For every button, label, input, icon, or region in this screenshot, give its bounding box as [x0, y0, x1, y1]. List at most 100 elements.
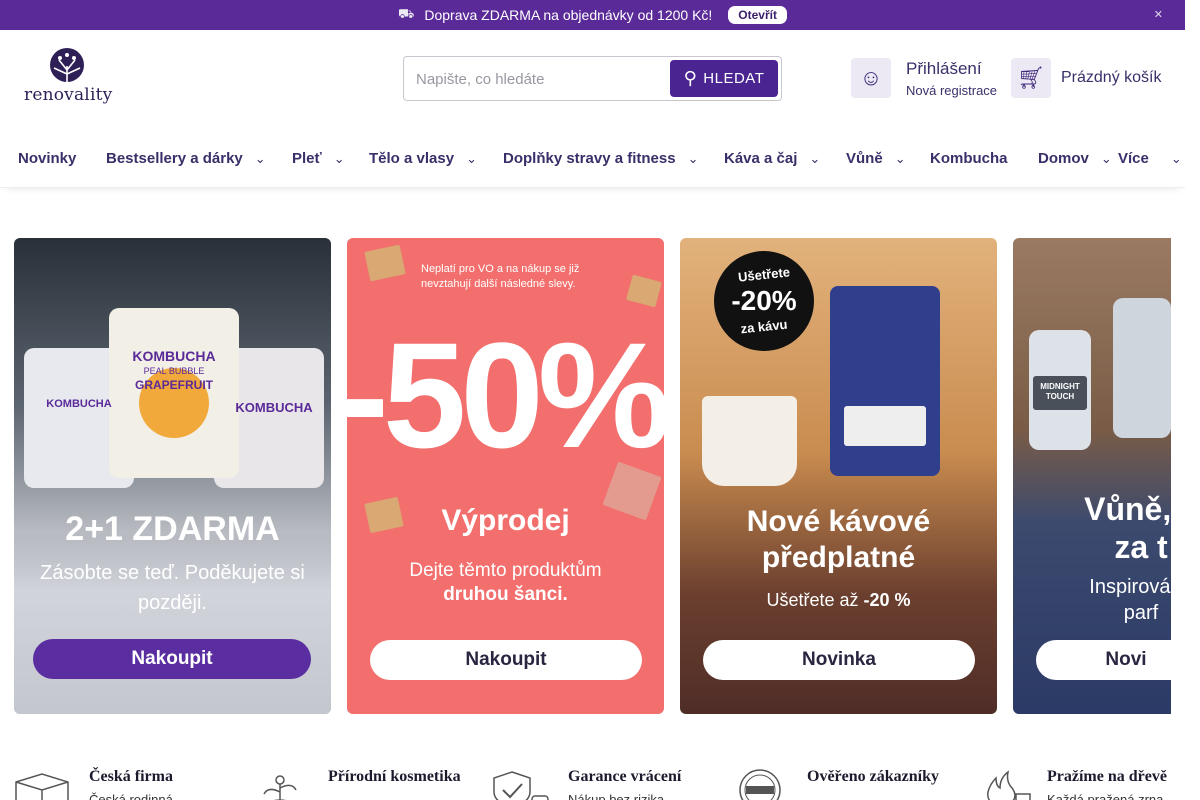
nav-item-vune[interactable]: Vůně ⌄: [846, 150, 906, 167]
usp-czech-company: Česká firma Česká rodinná: [12, 762, 232, 800]
pack-label: KOMBUCHA: [46, 398, 112, 410]
user-icon: ☺: [851, 58, 891, 98]
nav-item-label: Vůně: [846, 150, 883, 167]
coffee-mug: [702, 396, 797, 486]
nav-item-kava-a-caj[interactable]: Káva a čaj ⌄: [724, 150, 820, 167]
sale-line-1: Dejte těmto produktům: [409, 560, 602, 581]
chevron-down-icon: ⌄: [894, 151, 906, 166]
coffee-saving-value: -20 %: [863, 590, 911, 610]
sale-line-2: druhou šanci.: [443, 584, 568, 605]
pack-label: GRAPEFRUIT: [135, 378, 213, 392]
nav-item-bestsellery[interactable]: Bestsellery a dárky ⌄: [106, 150, 266, 167]
nav-item-label: Více: [1118, 150, 1149, 167]
usp-desc: Každá pražená zrna: [1047, 792, 1164, 800]
nav-item-novinky[interactable]: Novinky: [18, 150, 76, 167]
coffee-title-line-2: předplatné: [761, 541, 916, 574]
perfume-bottle: [1113, 298, 1171, 438]
chevron-down-icon: ⌄: [809, 151, 821, 166]
pack-label: KOMBUCHA: [235, 400, 313, 415]
parcel-box: [364, 244, 406, 282]
pack-label: PEAL BUBBLE: [143, 366, 205, 376]
truck-icon: ⛟: [398, 6, 415, 21]
chevron-down-icon: ⌄: [333, 151, 345, 166]
usp-return-guarantee: Garance vrácení Nákup bez rizika: [490, 762, 710, 800]
kombucha-pack: [109, 308, 239, 478]
usp-title: Přírodní kosmetika: [328, 768, 461, 785]
coffee-saving-line: Ušetřete až -20 %: [680, 590, 997, 611]
coffee-title: Nové kávové předplatné: [680, 504, 997, 576]
close-icon[interactable]: ✕: [1154, 8, 1163, 21]
nav-item-vice[interactable]: Více ⌄: [1118, 150, 1182, 167]
login-link[interactable]: Přihlášení: [906, 59, 982, 79]
usp-title: Česká firma: [89, 768, 173, 785]
verified-badge-icon: [739, 769, 781, 800]
chevron-down-icon: ⌄: [687, 151, 699, 166]
perfume-title-line-1: Vůně, c: [1084, 491, 1171, 527]
sale-discount: -50%: [347, 311, 664, 479]
search-input[interactable]: Napište, co hledáte: [416, 71, 544, 88]
usp-wood-roasting: Pražíme na dřevě Každá pražená zrna: [972, 762, 1185, 800]
search-bar: Napište, co hledáte ⚲ HLEDAT: [403, 56, 782, 101]
perfume-title-line-2: za t: [1114, 529, 1168, 565]
nav-item-plet[interactable]: Pleť ⌄: [292, 150, 345, 167]
usp-verified: Ověřeno zákazníky: [728, 762, 948, 800]
banner-new-button[interactable]: Novi: [1036, 640, 1171, 680]
nav-item-telo-a-vlasy[interactable]: Tělo a vlasy ⌄: [369, 150, 477, 167]
banner-kombucha[interactable]: KOMBUCHA PEAL BUBBLE GRAPEFRUIT KOMBUCHA…: [14, 238, 331, 714]
chevron-down-icon: ⌄: [1100, 151, 1112, 166]
nav-item-label: Pleť: [292, 150, 322, 167]
nav-item-label: Tělo a vlasy: [369, 150, 455, 167]
banner-perfume[interactable]: MIDNIGHT TOUCH Vůně, c za t Inspirováno …: [1013, 238, 1171, 714]
chevron-down-icon: ⌄: [466, 151, 477, 166]
nav-item-label: Novinky: [18, 150, 77, 167]
banner-subline: Zásobte se teď. Poděkujete si později.: [40, 562, 305, 614]
main-nav: Novinky Bestsellery a dárky ⌄ Pleť ⌄ Tělo …: [0, 126, 1185, 188]
cart-label: Prázdný košík: [1061, 69, 1162, 86]
banner-new-button[interactable]: Novinka: [703, 640, 975, 680]
coffee-bag: [830, 286, 940, 476]
search-icon: ⚲: [683, 68, 698, 88]
search-button-label: HLEDAT: [703, 70, 765, 87]
announcement-open-button[interactable]: Otevřít: [728, 6, 787, 24]
usp-natural-cosmetics: Přírodní kosmetika: [250, 762, 470, 800]
perfume-title: Vůně, c za t: [1041, 490, 1171, 566]
banner-coffee[interactable]: Ušetřete -20% za kávu Nové kávové předpl…: [680, 238, 997, 714]
logo-wordmark: renovality: [24, 85, 113, 105]
box-icon: [15, 773, 69, 800]
nav-item-label: Doplňky stravy a fitness: [503, 150, 676, 167]
nav-item-label: Domov: [1038, 150, 1089, 167]
banner-shop-button[interactable]: Nakoupit: [370, 640, 642, 680]
shield-check-icon: [493, 771, 549, 800]
nav-item-label: Bestsellery a dárky: [106, 150, 243, 167]
search-button[interactable]: ⚲ HLEDAT: [670, 60, 778, 97]
nav-item-kombucha[interactable]: Kombucha: [930, 150, 1008, 167]
coffee-saving-prefix: Ušetřete až: [766, 590, 859, 610]
bottle-label: MIDNIGHT TOUCH: [1033, 376, 1087, 410]
perfume-subline: Inspirováno parf: [1041, 574, 1171, 626]
usp-title: Garance vrácení: [568, 768, 682, 785]
coffee-title-line-1: Nové kávové: [746, 505, 931, 538]
usp-desc: Nákup bez rizika: [568, 792, 665, 800]
fire-icon: [987, 770, 1031, 800]
nav-item-label: Káva a čaj: [724, 150, 798, 167]
logo[interactable]: renovality: [24, 48, 113, 110]
banner-shop-button[interactable]: Nakoupit: [33, 639, 311, 679]
discount-badge: Ušetřete -20% za kávu: [714, 251, 814, 351]
perfume-bottle: MIDNIGHT TOUCH: [1029, 330, 1091, 450]
banner-headline: 2+1 ZDARMA: [65, 510, 280, 548]
register-link[interactable]: Nová registrace: [906, 83, 997, 98]
tree-logo-icon: [50, 48, 84, 82]
badge-value: -20%: [731, 285, 797, 316]
page: ⛟ Doprava ZDARMA na objednávky od 1200 K…: [0, 0, 1200, 800]
sale-title: Výprodej: [441, 504, 570, 537]
announcement-text: Doprava ZDARMA na objednávky od 1200 Kč!: [424, 7, 713, 23]
perfume-subline-1: Inspirováno: [1089, 576, 1171, 598]
badge-top: Ušetřete: [737, 264, 791, 285]
announcement-bar: ⛟ Doprava ZDARMA na objednávky od 1200 K…: [0, 0, 1185, 30]
sale-disclaimer: Neplatí pro VO a na nákup se již nevztah…: [421, 263, 580, 290]
nav-item-doplnky[interactable]: Doplňky stravy a fitness ⌄: [503, 150, 698, 167]
nav-item-domov[interactable]: Domov ⌄: [1038, 150, 1112, 167]
chevron-down-icon: ⌄: [254, 151, 266, 166]
usp-title: Ověřeno zákazníky: [807, 768, 939, 785]
banner-sale[interactable]: Neplatí pro VO a na nákup se již nevztah…: [347, 238, 664, 714]
